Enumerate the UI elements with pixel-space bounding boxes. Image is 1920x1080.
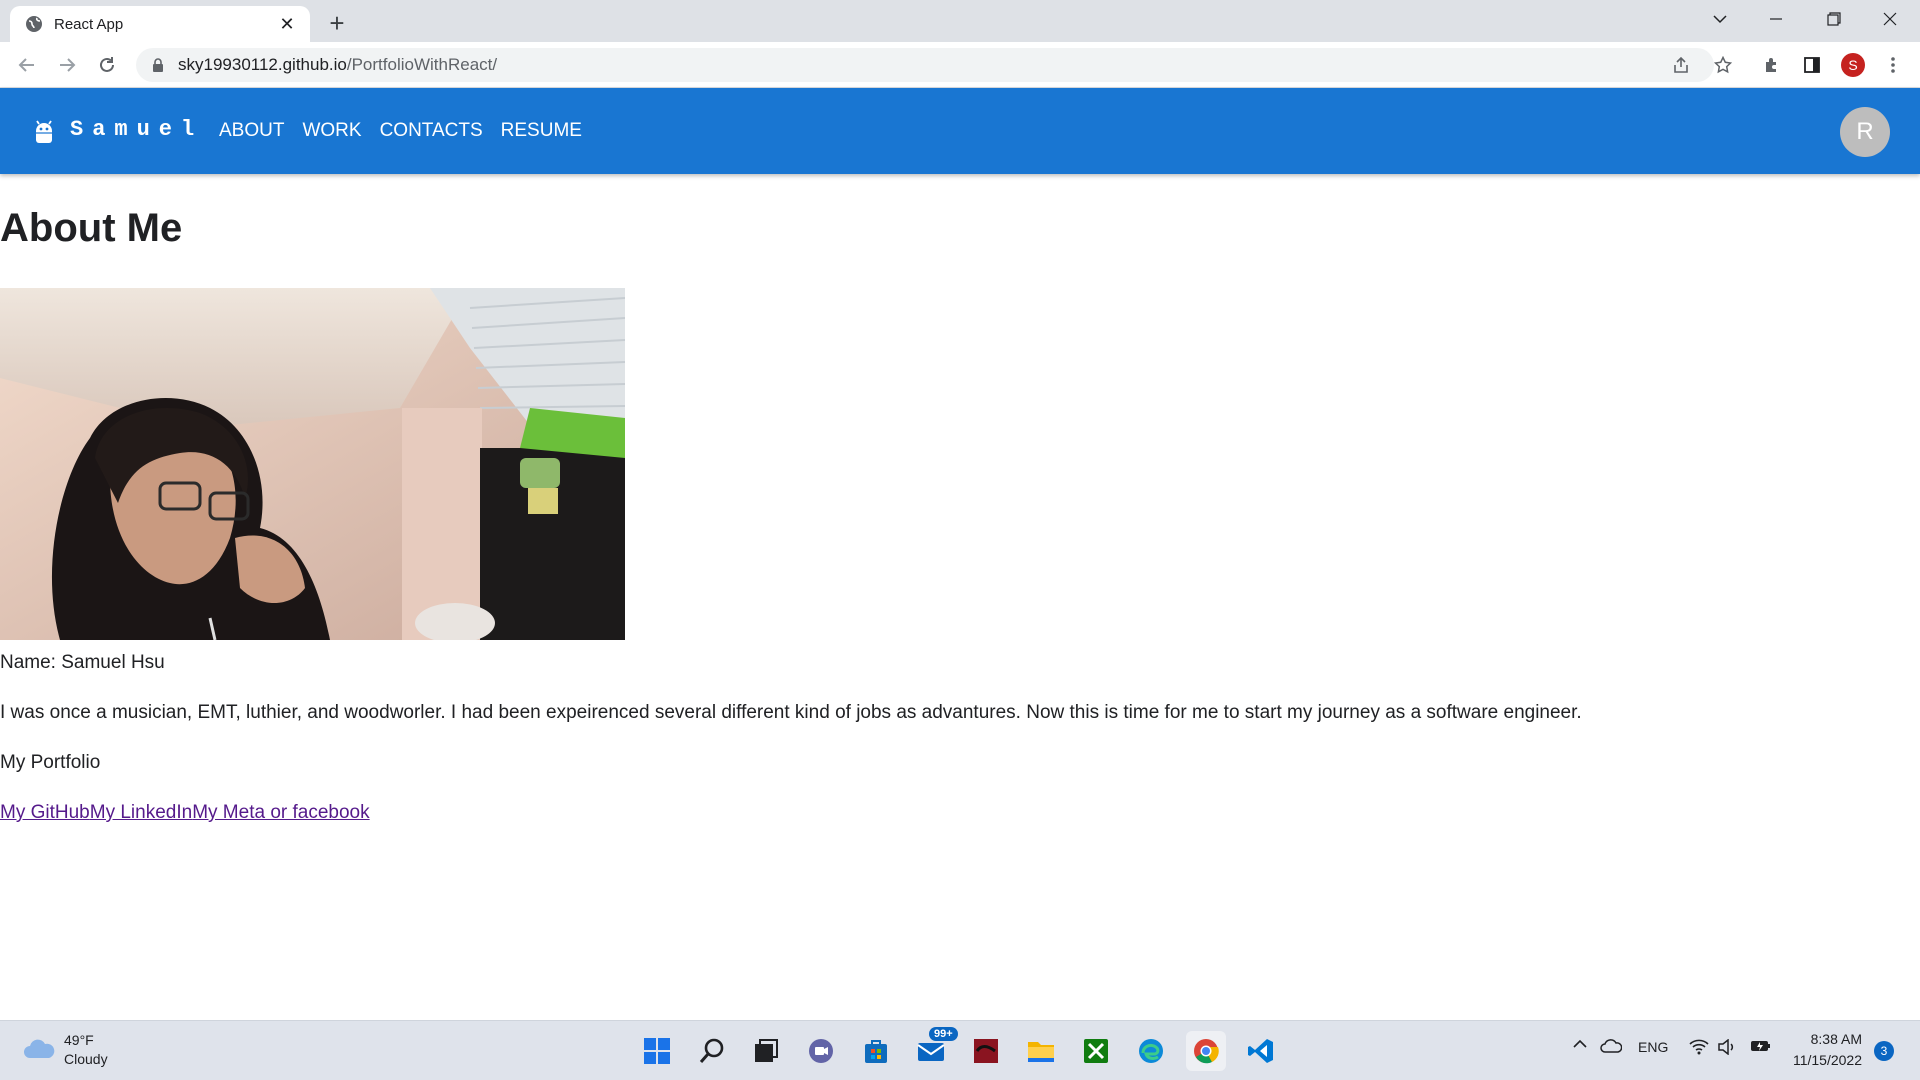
weather-temp: 49°F [64,1032,94,1048]
show-hidden-icons-chevron-icon[interactable] [1572,1039,1588,1049]
edge-icon[interactable] [1131,1031,1171,1071]
nav-about[interactable]: ABOUT [210,118,293,144]
app-dark-red-icon[interactable] [966,1031,1006,1071]
vscode-icon[interactable] [1241,1031,1281,1071]
search-icon[interactable] [692,1031,732,1071]
weather-widget[interactable]: 49°F Cloudy [22,1031,108,1069]
page-title: About Me [0,206,183,250]
teams-chat-icon[interactable] [801,1031,841,1071]
social-links: My GitHubMy LinkedInMy Meta or facebook [0,802,370,824]
back-arrow-icon[interactable] [12,50,42,80]
reload-icon[interactable] [92,50,122,80]
tab-title: React App [54,15,124,33]
start-windows-icon[interactable] [637,1031,677,1071]
share-icon[interactable] [1666,48,1696,82]
browser-tab[interactable]: React App ✕ [10,6,310,42]
restore-button[interactable] [1806,0,1862,38]
microsoft-store-icon[interactable] [856,1031,896,1071]
xbox-icon[interactable] [1076,1031,1116,1071]
minimize-button[interactable] [1748,0,1804,38]
volume-icon[interactable] [1717,1039,1737,1055]
chrome-icon[interactable] [1186,1031,1226,1071]
system-clock[interactable]: 8:38 AM 11/15/2022 [1788,1029,1862,1071]
nav-resume[interactable]: RESUME [492,118,591,144]
main-nav: ABOUT WORK CONTACTS RESUME [210,118,591,144]
profile-avatar: S [1841,53,1865,77]
side-panel-icon[interactable] [1797,50,1827,80]
portfolio-label: My Portfolio [0,752,101,773]
taskbar: 49°F Cloudy 99+ ENG 8:38 AM 11/15/2022 3 [0,1020,1920,1080]
tab-search-icon[interactable] [1692,0,1748,38]
nav-work[interactable]: WORK [293,118,370,144]
wifi-icon[interactable] [1689,1039,1709,1055]
user-avatar[interactable]: R [1840,107,1890,157]
app-bar: Samuel ABOUT WORK CONTACTS RESUME R [0,88,1920,174]
forward-arrow-icon[interactable] [52,50,82,80]
url-path: /PortfolioWithReact/ [346,55,498,74]
clock-time: 8:38 AM [1810,1031,1862,1047]
android-icon [33,120,57,144]
weather-desc: Cloudy [64,1051,108,1067]
brand-logo-text[interactable]: Samuel [70,117,203,142]
clock-date: 11/15/2022 [1792,1052,1862,1068]
url-host: sky19930112.github.io [178,55,347,74]
address-bar[interactable]: sky19930112.github.io/PortfolioWithReact… [136,48,1714,82]
mail-badge: 99+ [929,1027,958,1041]
name-line: Name: Samuel Hsu [0,652,165,673]
file-explorer-icon[interactable] [1021,1031,1061,1071]
nav-contacts[interactable]: CONTACTS [371,118,492,144]
globe-icon [24,14,44,34]
profile-button[interactable]: S [1838,50,1868,80]
notification-badge[interactable]: 3 [1874,1041,1894,1061]
bookmark-star-icon[interactable] [1708,48,1738,82]
profile-photo [0,288,625,640]
close-window-button[interactable] [1862,0,1918,38]
kebab-menu-icon[interactable] [1878,50,1908,80]
tab-close-icon[interactable]: ✕ [276,13,298,35]
linkedin-link[interactable]: My LinkedIn [90,802,192,823]
task-view-icon[interactable] [746,1031,786,1071]
mail-icon[interactable]: 99+ [911,1027,958,1071]
facebook-link[interactable]: My Meta or facebook [192,802,369,823]
battery-charging-icon[interactable] [1750,1039,1772,1053]
tab-strip: React App ✕ + [0,0,1920,42]
github-link[interactable]: My GitHub [0,802,90,823]
onedrive-cloud-icon[interactable] [1600,1039,1622,1053]
new-tab-button[interactable]: + [322,8,352,38]
language-indicator[interactable]: ENG [1638,1039,1668,1055]
bio-text: I was once a musician, EMT, luthier, and… [0,702,1582,723]
cloud-icon [22,1036,56,1065]
extensions-puzzle-icon[interactable] [1757,50,1787,80]
lock-icon[interactable] [150,57,166,73]
browser-toolbar: sky19930112.github.io/PortfolioWithReact… [0,42,1920,88]
page-content: About Me Name: Samuel Hsu I was once a m… [0,174,1920,1020]
